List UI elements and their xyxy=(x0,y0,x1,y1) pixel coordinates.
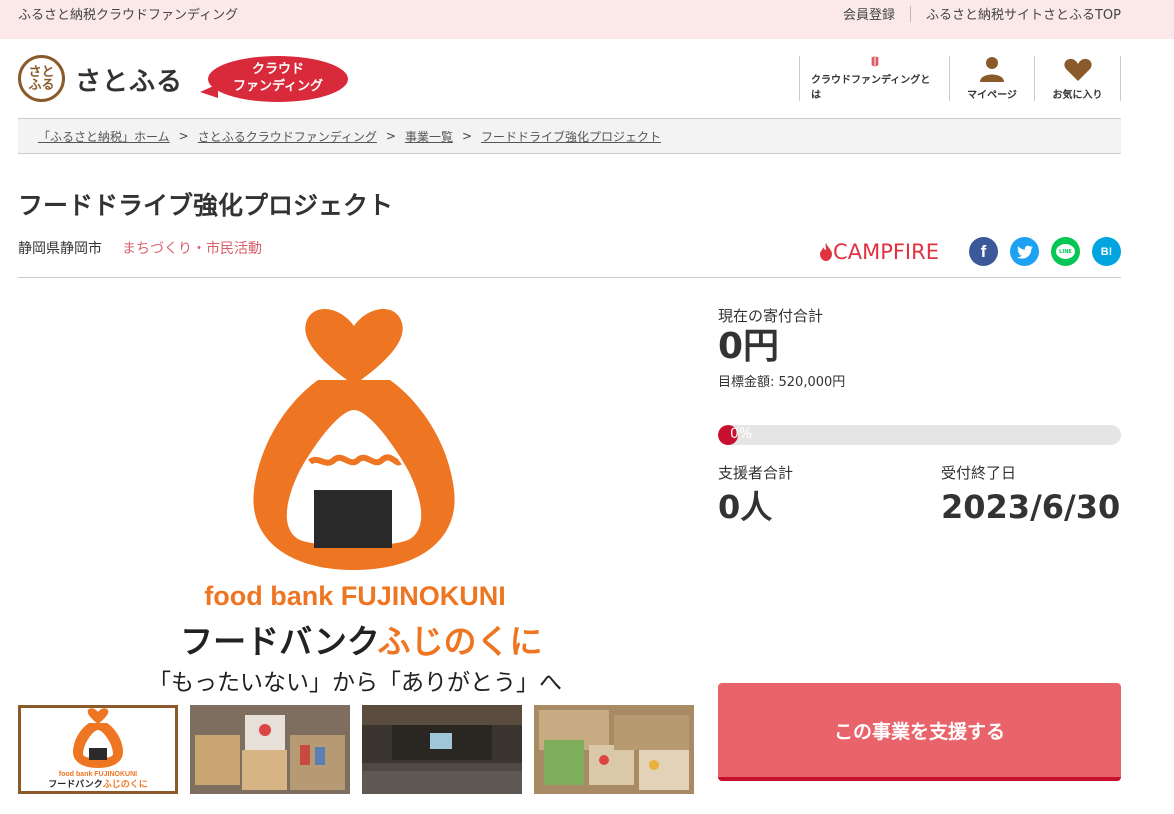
page-title: フードドライブ強化プロジェクト xyxy=(18,191,394,220)
top-links: 会員登録 ふるさと納税サイトさとふるTOP xyxy=(843,4,1121,23)
deadline-block: 受付終了日 2023/6/30 xyxy=(941,462,1121,526)
divider xyxy=(18,277,1121,278)
thumbnail-photo-hall[interactable] xyxy=(362,705,522,794)
svg-text:フードバンクふじのくに: フードバンクふじのくに xyxy=(48,779,147,790)
book-icon xyxy=(871,56,878,67)
share-bar: CAMPFIRE f LINE B! xyxy=(819,237,1121,266)
supporters-value: 0人 xyxy=(718,488,773,526)
support-project-button[interactable]: この事業を支援する xyxy=(718,683,1121,781)
nav-favorites[interactable]: お気に入り xyxy=(1034,56,1121,101)
satofull-logo[interactable]: さと ふる xyxy=(18,55,65,102)
facebook-share-icon[interactable]: f xyxy=(969,237,998,266)
user-icon xyxy=(980,57,1004,82)
deadline-label: 受付終了日 xyxy=(941,464,1017,482)
heart-icon xyxy=(1063,58,1092,81)
campfire-logo: CAMPFIRE xyxy=(819,240,939,264)
project-category[interactable]: まちづくり・市民活動 xyxy=(122,238,262,258)
deadline-value: 2023/6/30 xyxy=(941,488,1121,526)
nav-mypage[interactable]: マイページ xyxy=(949,56,1034,101)
flame-icon xyxy=(820,242,833,261)
nav-about-crowdfunding[interactable]: クラウドファンディングとは xyxy=(799,56,949,101)
progress-bar: 0% xyxy=(718,425,1121,445)
line-share-icon[interactable]: LINE xyxy=(1051,237,1080,266)
project-main-image[interactable]: food bank FUJINOKUNI フードバンク ふじのくに 「もったいな… xyxy=(18,290,693,696)
twitter-bird-icon xyxy=(1016,245,1033,259)
brand-en-text: food bank FUJINOKUNI xyxy=(204,581,506,611)
total-label: 現在の寄付合計 xyxy=(718,307,824,325)
tagline-text: 「もったいない」から「ありがとう」へ xyxy=(148,670,562,695)
funding-stats: 現在の寄付合計 0円 目標金額: 520,000円 xyxy=(718,305,1121,390)
top-bar: ふるさと納税クラウドファンディング 会員登録 ふるさと納税サイトさとふるTOP xyxy=(0,0,1174,39)
supporters-label: 支援者合計 xyxy=(718,464,794,482)
breadcrumb: 「ふるさと納税」ホーム > さとふるクラウドファンディング > 事業一覧 > フ… xyxy=(18,118,1121,154)
thumbnail-strip: food bank FUJINOKUNI フードバンクふじのくに xyxy=(18,705,706,794)
project-meta: 静岡県静岡市 まちづくり・市民活動 xyxy=(18,238,262,258)
hatena-share-icon[interactable]: B! xyxy=(1092,237,1121,266)
breadcrumb-projects[interactable]: 事業一覧 xyxy=(405,128,453,145)
progress-text: 0% xyxy=(730,426,753,442)
brand-jp-a-text: フードバンク xyxy=(180,622,380,661)
breadcrumb-crowdfunding[interactable]: さとふるクラウドファンディング xyxy=(198,128,377,145)
logo-text[interactable]: さとふる xyxy=(75,61,183,98)
header-nav: クラウドファンディングとは マイページ お気に入り xyxy=(799,56,1121,101)
link-separator xyxy=(909,5,911,22)
svg-text:food bank FUJINOKUNI: food bank FUJINOKUNI xyxy=(59,771,137,778)
supporters-block: 支援者合計 0人 xyxy=(718,462,793,526)
member-register-link[interactable]: 会員登録 xyxy=(843,4,895,23)
project-location: 静岡県静岡市 xyxy=(18,241,102,257)
breadcrumb-home[interactable]: 「ふるさと納税」ホーム xyxy=(38,128,170,145)
total-value: 0円 xyxy=(718,326,780,367)
site-header: さと ふる さとふる クラウド ファンディング クラウドファンディングとは マイ… xyxy=(0,39,1174,117)
brand-jp-b-text: ふじのくに xyxy=(378,622,543,661)
twitter-share-icon[interactable] xyxy=(1010,237,1039,266)
breadcrumb-current[interactable]: フードドライブ強化プロジェクト xyxy=(481,128,661,145)
food-bank-logo: food bank FUJINOKUNI フードバンク ふじのくに 「もったいな… xyxy=(148,309,562,696)
satofull-top-link[interactable]: ふるさと納税サイトさとふるTOP xyxy=(926,4,1121,23)
goal-amount: 目標金額: 520,000円 xyxy=(718,375,846,391)
thumbnail-photo-food[interactable] xyxy=(534,705,694,794)
crowdfunding-badge[interactable]: クラウド ファンディング xyxy=(200,56,348,102)
thumbnail-photo-boxes[interactable] xyxy=(190,705,350,794)
thumbnail-logo[interactable]: food bank FUJINOKUNI フードバンクふじのくに xyxy=(18,705,178,794)
site-name: ふるさと納税クラウドファンディング xyxy=(18,8,239,23)
